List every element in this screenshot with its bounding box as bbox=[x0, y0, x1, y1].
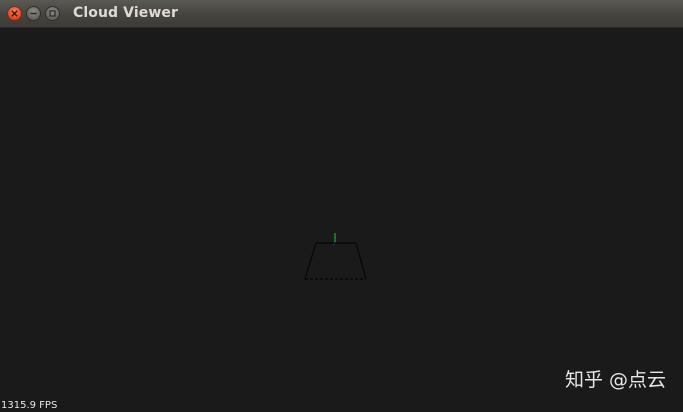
close-button[interactable] bbox=[7, 6, 22, 21]
point-cloud bbox=[304, 242, 367, 280]
watermark-text: 知乎 @点云 bbox=[564, 369, 666, 391]
maximize-icon bbox=[49, 10, 56, 17]
minimize-icon bbox=[30, 12, 37, 15]
close-icon bbox=[11, 10, 18, 17]
point-cloud-scene[interactable] bbox=[0, 28, 683, 412]
maximize-button[interactable] bbox=[45, 6, 60, 21]
cloud-viewer-window: Cloud Viewer 1315.9 FPS 知乎 @点云 bbox=[0, 0, 683, 412]
title-bar[interactable]: Cloud Viewer bbox=[0, 0, 683, 28]
minimize-button[interactable] bbox=[26, 6, 41, 21]
window-title: Cloud Viewer bbox=[73, 5, 178, 21]
fps-counter: 1315.9 FPS bbox=[1, 400, 58, 411]
3d-viewport[interactable]: 1315.9 FPS bbox=[0, 28, 683, 412]
